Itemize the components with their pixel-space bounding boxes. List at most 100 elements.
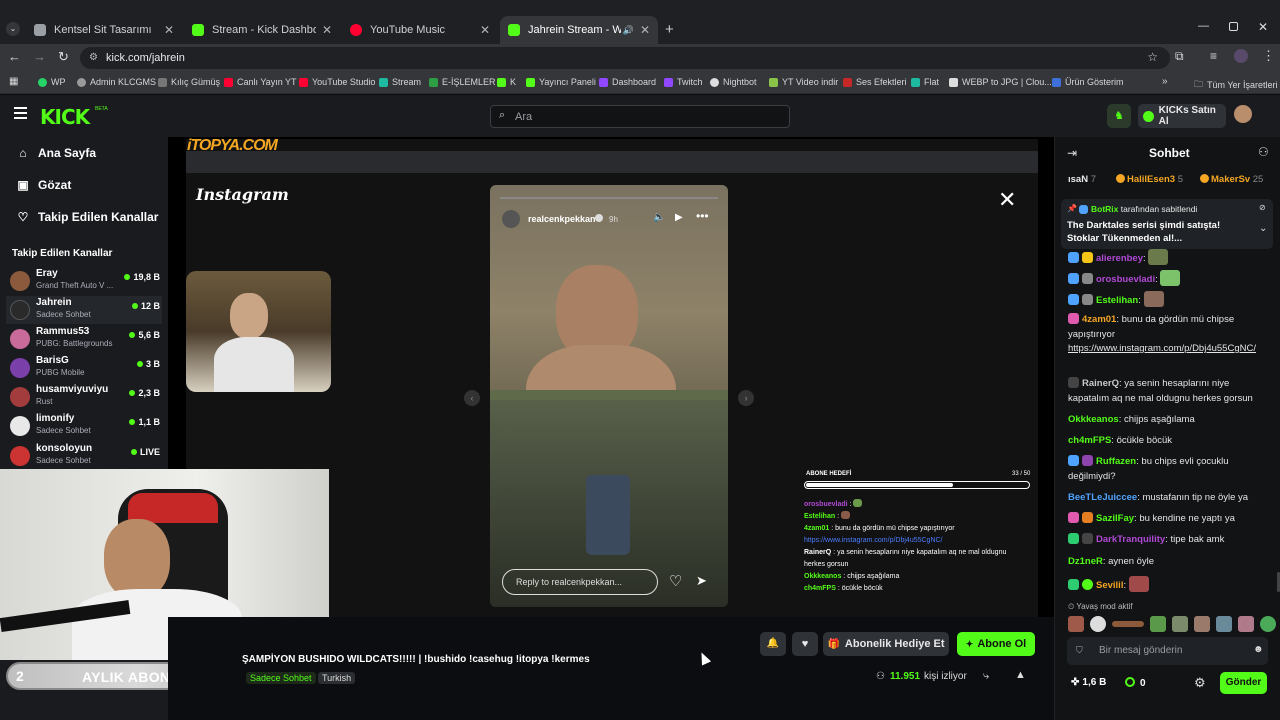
unpin-icon[interactable]: ⊘: [1259, 203, 1266, 212]
emote[interactable]: [1194, 616, 1210, 632]
kicks-balance[interactable]: ✜ 1,6 B: [1071, 677, 1106, 688]
browser-tab-2[interactable]: Stream - Kick Dashboard✕: [184, 16, 340, 44]
story-prev-icon[interactable]: ‹: [464, 390, 480, 406]
close-window-icon[interactable]: ✕: [1258, 20, 1268, 34]
kicks-wallet-icon[interactable]: ♞: [1107, 104, 1131, 128]
story-next-icon[interactable]: ›: [738, 390, 754, 406]
close-tab-icon[interactable]: ✕: [164, 23, 174, 37]
chat-message[interactable]: RainerQ: ya senin hesaplarını niye kapat…: [1068, 377, 1268, 406]
bookmark-item[interactable]: Dashboard: [599, 77, 656, 87]
chat-message[interactable]: ch4mFPS: öcükle böcük: [1068, 434, 1268, 449]
story-share-icon[interactable]: ➤: [696, 573, 707, 589]
sidebar-channel-rammus53[interactable]: Rammus53 PUBG: Battlegrounds 5,6 B: [10, 325, 162, 353]
chat-link[interactable]: https://www.instagram.com/p/Dbj4u55CgNC/: [1068, 343, 1256, 354]
forward-icon[interactable]: →: [33, 49, 46, 64]
category-tag[interactable]: Sadece Sohbet: [246, 672, 316, 684]
sidebar-channel-konsoloyun[interactable]: konsoloyun Sadece Sohbet LIVE: [10, 442, 162, 470]
sidebar-channel-husamviyuviyu[interactable]: husamviyuviyu Rust 2,3 B: [10, 383, 162, 411]
bookmark-item[interactable]: WEBP to JPG | Clou...: [949, 77, 1052, 87]
notifications-bell-button[interactable]: 🔔: [760, 632, 786, 656]
emote[interactable]: [1112, 621, 1144, 627]
chat-settings-icon[interactable]: ⚙: [1194, 675, 1206, 691]
emoji-icon[interactable]: ☻: [1253, 644, 1264, 655]
gifter-item[interactable]: ısaN 7: [1068, 174, 1096, 185]
chat-message[interactable]: DarkTranquility: tipe bak amk: [1068, 533, 1268, 548]
media-control-icon[interactable]: ≡: [1210, 49, 1217, 63]
sidebar-channel-eray[interactable]: Eray Grand Theft Auto V ... 19,8 B: [10, 267, 162, 295]
emote[interactable]: [1172, 616, 1188, 632]
subscribe-button[interactable]: ✦ Abone Ol: [957, 632, 1035, 656]
bookmark-item[interactable]: Nightbot: [710, 77, 757, 87]
nav-browse[interactable]: ▣ Gözat: [16, 178, 71, 192]
bookmark-item[interactable]: E-İŞLEMLER: [429, 77, 496, 87]
emote[interactable]: [1238, 616, 1254, 632]
chat-message[interactable]: Okkkeanos: chijps aşağılama: [1068, 413, 1268, 428]
chat-message[interactable]: SazilFay: bu kendine ne yaptı ya: [1068, 512, 1268, 527]
story-username[interactable]: realcenkpekkan: [528, 214, 596, 224]
story-reply-input[interactable]: Reply to realcenkpekkan...: [502, 569, 658, 595]
nav-home[interactable]: ⌂ Ana Sayfa: [16, 146, 96, 160]
chat-message[interactable]: 4zam01: bunu da gördün mü chipse yapıştı…: [1068, 313, 1268, 357]
story-play-icon[interactable]: ▶: [675, 212, 683, 223]
bookmark-item[interactable]: Canlı Yayın YT: [224, 77, 297, 87]
buy-kicks-button[interactable]: KICKs Satın Al: [1138, 104, 1226, 128]
browser-tab-3[interactable]: YouTube Music ✕: [342, 16, 498, 44]
sidebar-channel-jahrein[interactable]: Jahrein Sadece Sohbet 12 B: [6, 296, 162, 324]
gift-subscription-button[interactable]: 🎁 Abonelik Hediye Et: [823, 632, 949, 656]
search-input[interactable]: ⌕ Ara: [490, 105, 790, 128]
collapse-chat-icon[interactable]: ⇥: [1067, 146, 1077, 160]
close-tab-icon[interactable]: ✕: [322, 23, 332, 37]
chat-message[interactable]: Dz1neR: aynen öyle: [1068, 555, 1268, 570]
hamburger-menu-icon[interactable]: [14, 107, 27, 119]
channel-points[interactable]: 0: [1125, 677, 1146, 689]
extensions-icon[interactable]: ⧉: [1175, 49, 1184, 64]
all-bookmarks-folder[interactable]: 🗀 Tüm Yer İşaretleri: [1194, 77, 1278, 93]
profile-avatar[interactable]: [1234, 49, 1248, 63]
emote[interactable]: [1150, 616, 1166, 632]
gifter-item[interactable]: MakerSv 25: [1200, 174, 1263, 185]
sidebar-channel-limonify[interactable]: limonify Sadece Sohbet 1,1 B: [10, 412, 162, 440]
bookmark-star-icon[interactable]: ☆: [1147, 50, 1158, 64]
more-bookmarks-icon[interactable]: »: [1162, 76, 1168, 87]
sidebar-channel-barisg[interactable]: BarisG PUBG Mobile 3 B: [10, 354, 162, 382]
expand-pinned-icon[interactable]: ⌄: [1259, 223, 1267, 234]
user-avatar[interactable]: [1234, 105, 1252, 123]
bookmark-item[interactable]: Ses Efektleri: [843, 77, 907, 87]
back-icon[interactable]: ←: [8, 49, 21, 64]
story-more-icon[interactable]: •••: [696, 209, 709, 223]
minimize-icon[interactable]: —: [1198, 20, 1209, 32]
bookmark-item[interactable]: YT Video indir: [769, 77, 838, 87]
browser-tab-1[interactable]: Kentsel Sit Tasarımı ✕: [26, 16, 182, 44]
bookmark-item[interactable]: WP: [38, 77, 66, 87]
chat-message[interactable]: orosbuevladi:: [1068, 270, 1268, 288]
chat-message-input[interactable]: ⛉ Bir mesaj gönderin ☻: [1067, 637, 1268, 665]
emote[interactable]: [1090, 616, 1106, 632]
close-tab-icon[interactable]: ✕: [480, 23, 490, 37]
send-button[interactable]: Gönder: [1220, 672, 1267, 694]
site-info-icon[interactable]: ⚙: [89, 52, 98, 63]
story-like-icon[interactable]: ♡: [669, 572, 682, 590]
new-tab-icon[interactable]: +: [665, 21, 674, 38]
close-tab-icon[interactable]: ✕: [640, 23, 650, 37]
kick-logo[interactable]: KICK: [40, 105, 90, 129]
chat-message[interactable]: alierenbey:: [1068, 249, 1268, 267]
reload-icon[interactable]: ↻: [58, 49, 69, 65]
nav-following[interactable]: ♡ Takip Edilen Kanallar: [16, 210, 159, 224]
maximize-icon[interactable]: [1229, 22, 1238, 31]
bookmark-item[interactable]: Stream: [379, 77, 421, 87]
bookmark-item[interactable]: K: [497, 77, 516, 87]
story-mute-icon[interactable]: 🔈: [653, 212, 665, 223]
audio-icon[interactable]: 🔊: [623, 25, 634, 36]
bookmark-item[interactable]: Kılıç Gümüş: [158, 77, 220, 87]
chat-message[interactable]: Ruffazen: bu chips evli çocuklu değilmiy…: [1068, 455, 1268, 484]
bookmark-item[interactable]: Twitch: [664, 77, 703, 87]
story-close-icon[interactable]: ✕: [998, 187, 1016, 213]
chat-users-icon[interactable]: ⚇: [1258, 145, 1269, 159]
address-bar[interactable]: ⚙ kick.com/jahrein ☆: [80, 47, 1170, 69]
chat-message[interactable]: Estelihan:: [1068, 291, 1268, 309]
bookmark-item[interactable]: Ürün Gösterim: [1052, 77, 1124, 87]
browser-menu-icon[interactable]: ⋮: [1262, 48, 1275, 64]
emote[interactable]: [1216, 616, 1232, 632]
chat-message[interactable]: Sevilil:: [1068, 576, 1268, 594]
bookmark-item[interactable]: Yayıncı Paneli: [526, 77, 596, 87]
